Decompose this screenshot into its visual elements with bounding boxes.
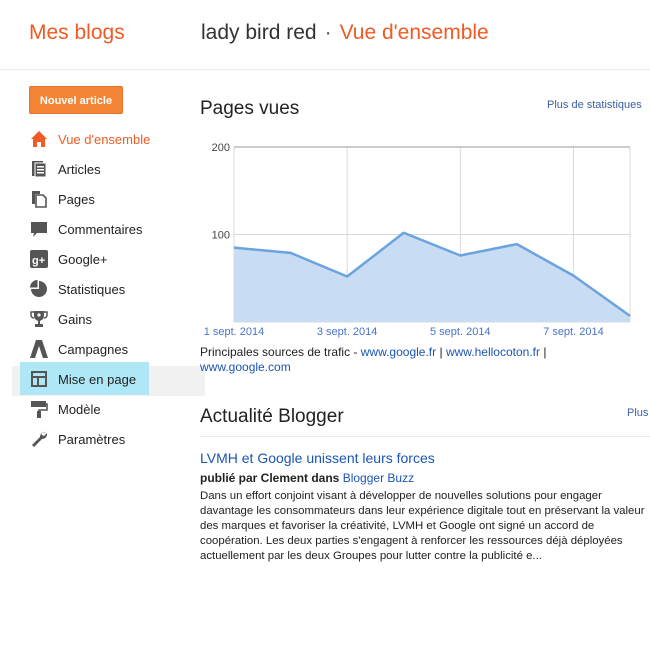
sidebar-item-label: Gains <box>58 312 92 327</box>
source-link-hellocoton[interactable]: www.hellocoton.fr <box>446 345 540 359</box>
news-headline-link[interactable]: LVMH et Google unissent leurs forces <box>200 450 435 466</box>
sidebar-item-layout[interactable]: Mise en page <box>0 364 210 394</box>
news-divider <box>200 436 650 437</box>
news-byline-link[interactable]: Blogger Buzz <box>343 471 414 485</box>
my-blogs-link[interactable]: Mes blogs <box>29 21 125 45</box>
x-tick-label: 3 sept. 2014 <box>317 326 378 338</box>
sidebar-item-google-plus[interactable]: g+ Google+ <box>0 244 210 274</box>
sidebar-item-label: Modèle <box>58 402 101 417</box>
y-tick-label: 100 <box>212 230 230 242</box>
source-link-google-com[interactable]: www.google.com <box>200 360 291 374</box>
source-separator: | <box>439 345 443 359</box>
stats-icon <box>30 280 48 298</box>
sidebar-item-template[interactable]: Modèle <box>0 394 210 424</box>
pageviews-chart: 100 200 1 sept. 2014 3 sept. 2014 5 sept. 20… <box>200 138 650 343</box>
sidebar-item-pages[interactable]: Pages <box>0 184 210 214</box>
home-icon <box>30 130 48 148</box>
top-header: Mes blogs lady bird red · Vue d'ensemble <box>0 0 650 70</box>
news-more-link[interactable]: Plus <box>627 407 648 419</box>
pageviews-chart-svg: 100 200 1 sept. 2014 3 sept. 2014 5 sept. 20… <box>204 142 631 338</box>
template-roller-icon <box>30 400 48 418</box>
sidebar-item-label: Commentaires <box>58 222 143 237</box>
sidebar-item-label: Campagnes <box>58 342 129 357</box>
sidebar-item-stats[interactable]: Statistiques <box>0 274 210 304</box>
blog-name[interactable]: lady bird red <box>201 21 317 44</box>
more-stats-link[interactable]: Plus de statistiques <box>547 99 642 111</box>
pageviews-title: Pages vues <box>200 98 300 119</box>
x-tick-label: 1 sept. 2014 <box>204 326 265 338</box>
pages-icon <box>30 190 48 208</box>
sidebar-item-overview[interactable]: Vue d'ensemble <box>0 124 210 154</box>
blogger-news-title: Actualité Blogger <box>200 406 344 427</box>
news-byline: publié par Clement dans Blogger Buzz <box>200 471 414 485</box>
sidebar-item-label: Paramètres <box>58 432 126 447</box>
posts-icon <box>30 160 48 178</box>
sidebar-item-label: Google+ <box>58 252 108 267</box>
sidebar-item-label: Statistiques <box>58 282 126 297</box>
news-byline-prefix: publié par Clement dans <box>200 471 340 485</box>
new-post-button[interactable]: Nouvel article <box>29 86 123 114</box>
x-tick-label: 5 sept. 2014 <box>430 326 491 338</box>
title-separator: · <box>324 21 332 44</box>
sidebar-item-settings[interactable]: Paramètres <box>0 424 210 454</box>
sidebar-item-earnings[interactable]: Gains <box>0 304 210 334</box>
sidebar-item-posts[interactable]: Articles <box>0 154 210 184</box>
layout-icon <box>30 370 48 388</box>
current-section: Vue d'ensemble <box>339 21 489 44</box>
sidebar-item-label: Vue d'ensemble <box>58 132 151 147</box>
comments-icon <box>30 220 48 238</box>
svg-text:g+: g+ <box>32 255 45 267</box>
pageviews-area <box>234 232 630 322</box>
traffic-sources: Principales sources de trafic - www.goog… <box>200 345 640 375</box>
trophy-icon <box>30 310 48 328</box>
sidebar-item-comments[interactable]: Commentaires <box>0 214 210 244</box>
sidebar-item-label: Pages <box>58 192 95 207</box>
campaigns-icon <box>30 340 48 358</box>
source-link-google-fr[interactable]: www.google.fr <box>361 345 436 359</box>
x-tick-label: 7 sept. 2014 <box>543 326 604 338</box>
sidebar-item-label: Mise en page <box>58 372 137 387</box>
google-plus-icon: g+ <box>30 250 48 268</box>
blog-title-bar: lady bird red · Vue d'ensemble <box>201 21 489 45</box>
sidebar-item-campaigns[interactable]: Campagnes <box>0 334 210 364</box>
sidebar-item-label: Articles <box>58 162 101 177</box>
sidebar-nav: Vue d'ensemble Articles Pages Commentair… <box>0 124 210 454</box>
news-excerpt: Dans un effort conjoint visant à dévelop… <box>200 490 645 562</box>
y-tick-label: 200 <box>212 142 230 154</box>
source-separator: | <box>543 345 547 359</box>
wrench-icon <box>30 430 48 448</box>
traffic-sources-label: Principales sources de trafic - <box>200 345 358 359</box>
